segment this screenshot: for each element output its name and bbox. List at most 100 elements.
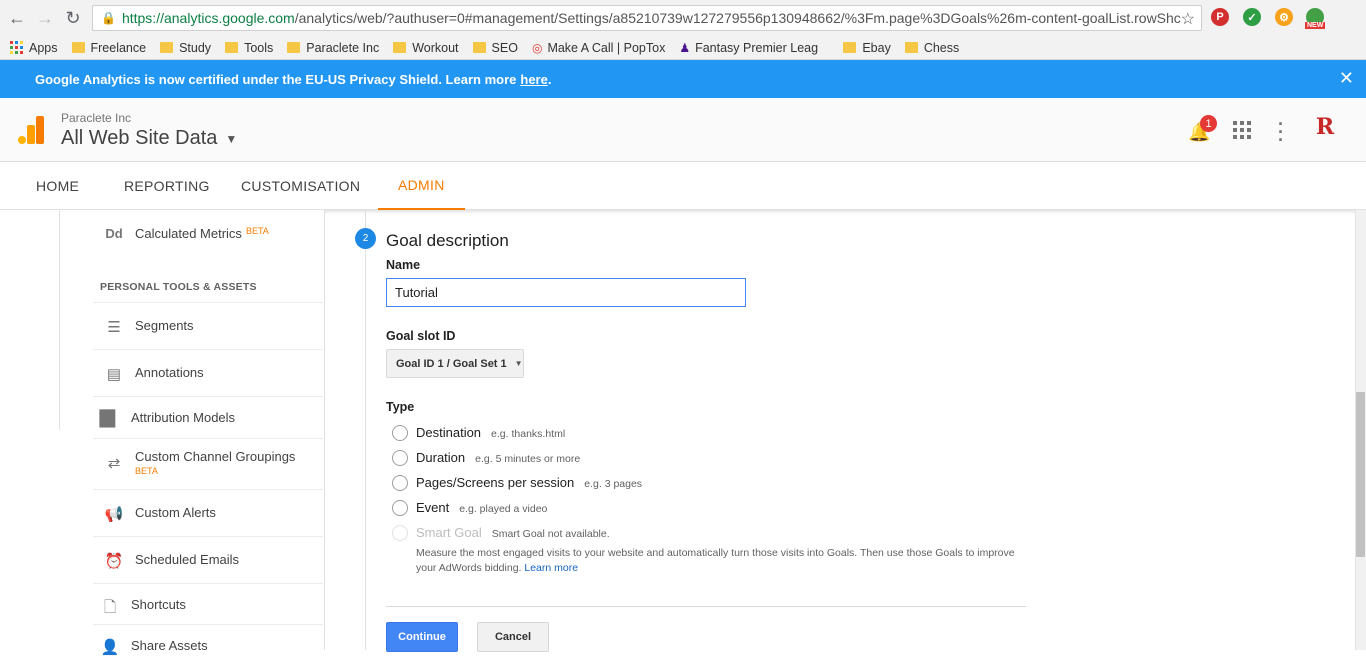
type-option-duration[interactable]: Duration e.g. 5 minutes or more (416, 450, 580, 465)
property-name: All Web Site Data (61, 127, 218, 149)
bookmark-label: Make A Call | PopTox (547, 40, 666, 55)
back-icon[interactable]: ← (4, 5, 30, 31)
sidebar-item-attribution-models[interactable]: █▌ Attribution Models (93, 410, 323, 427)
divider (93, 624, 323, 625)
type-option-destination[interactable]: Destination e.g. thanks.html (416, 425, 565, 440)
sidebar-item-label: Shortcuts (131, 597, 186, 612)
divider (93, 349, 323, 350)
option-hint: e.g. 5 minutes or more (475, 453, 581, 465)
bookmark-study[interactable]: Study (160, 41, 211, 55)
divider (386, 606, 1026, 607)
bookmark-label: Tools (244, 40, 274, 55)
sidebar-item-label: Custom Alerts (135, 505, 216, 520)
address-bar[interactable]: 🔒 https://analytics.google.com /analytic… (92, 5, 1202, 31)
smart-goal-description: Measure the most engaged visits to your … (416, 546, 1036, 576)
tab-home[interactable]: HOME (36, 162, 79, 210)
name-label: Name (386, 258, 421, 272)
pinterest-icon[interactable]: P (1211, 8, 1229, 26)
admin-sidebar (0, 210, 325, 650)
option-hint: e.g. 3 pages (584, 478, 643, 490)
sidebar-item-share-assets[interactable]: 👤 Share Assets (93, 638, 323, 656)
continue-button[interactable]: Continue (386, 622, 458, 652)
close-icon[interactable]: ✕ (1339, 68, 1354, 89)
sidebar-item-label: Segments (135, 318, 194, 333)
bookmark-fpl[interactable]: ♟ Fantasy Premier Leag (679, 41, 829, 55)
radio-event[interactable] (392, 500, 408, 516)
sidebar-item-custom-alerts[interactable]: 📢 Custom Alerts (93, 505, 323, 523)
divider (93, 302, 323, 303)
forward-icon[interactable]: → (32, 5, 58, 31)
reload-icon[interactable]: ↻ (60, 5, 86, 31)
bookmark-star-icon[interactable]: ☆ (1181, 9, 1195, 29)
smart-goal-text: Measure the most engaged visits to your … (416, 547, 1015, 574)
folder-icon (393, 42, 407, 53)
cancel-button[interactable]: Cancel (477, 622, 549, 652)
section-title: Goal description (386, 231, 509, 250)
browser-toolbar: ← → ↻ 🔒 https://analytics.google.com /an… (0, 0, 1366, 36)
type-option-event[interactable]: Event e.g. played a video (416, 500, 547, 515)
banner-period: . (547, 71, 552, 87)
tab-customisation[interactable]: CUSTOMISATION (241, 162, 360, 210)
account-name: Paraclete Inc (61, 111, 132, 125)
bar-chart-icon: █▌ (99, 410, 121, 427)
notification-count: 1 (1200, 115, 1217, 132)
bookmark-poptox[interactable]: ◎ Make A Call | PopTox (532, 41, 665, 55)
apps-icon[interactable] (1233, 121, 1251, 139)
alarm-clock-icon: ⏰ (104, 553, 124, 570)
sidebar-item-segments[interactable]: ☰ Segments (93, 318, 323, 336)
sidebar-item-label: Scheduled Emails (135, 552, 240, 567)
target-icon: ◎ (531, 40, 543, 55)
bookmarks-bar: Apps Freelance Study Tools Paraclete Inc… (0, 36, 1366, 60)
new-badge: NEW (1305, 22, 1326, 29)
type-label: Type (386, 400, 415, 414)
divider (93, 489, 323, 490)
sidebar-item-custom-channel-groupings[interactable]: ⇄ Custom Channel Groupings BETA (93, 449, 323, 476)
bookmark-tools[interactable]: Tools (225, 41, 273, 55)
bookmark-apps[interactable]: Apps (10, 41, 58, 55)
folder-icon (225, 42, 239, 53)
banner-link[interactable]: here (520, 72, 547, 87)
radio-pages-per-session[interactable] (392, 475, 408, 491)
extension-icon[interactable]: ⚙ (1275, 8, 1293, 26)
property-selector[interactable]: All Web Site Data ▼ (61, 127, 237, 150)
bookmark-label: Fantasy Premier Leag (695, 40, 819, 55)
channel-grouping-icon: ⇄ (107, 455, 121, 472)
sidebar-item-calculated-metrics[interactable]: Dd Calculated Metrics BETA (93, 226, 323, 241)
sidebar-item-label: Custom Channel Groupings (135, 449, 296, 464)
banner-text: Google Analytics is now certified under … (35, 71, 517, 87)
bookmark-ebay[interactable]: Ebay (843, 41, 891, 55)
sidebar-item-annotations[interactable]: ▤ Annotations (93, 365, 323, 383)
bookmark-chess[interactable]: Chess (904, 41, 959, 55)
sidebar-item-scheduled-emails[interactable]: ⏰ Scheduled Emails (93, 552, 323, 570)
learn-more-link[interactable]: Learn more (524, 562, 578, 574)
url-secure: https://analytics.google.com (121, 10, 295, 26)
sidebar-item-label: Calculated Metrics (135, 226, 242, 241)
bookmark-workout[interactable]: Workout (393, 41, 459, 55)
bookmark-paraclete[interactable]: Paraclete Inc (287, 41, 379, 55)
sidebar-item-shortcuts[interactable]: 🗋 Shortcuts (93, 597, 323, 622)
goal-slot-value: Goal ID 1 / Goal Set 1 (396, 357, 507, 370)
bookmark-seo[interactable]: SEO (472, 41, 518, 55)
more-vert-icon[interactable]: · · · (1278, 115, 1284, 149)
tab-admin[interactable]: ADMIN (378, 162, 465, 210)
goal-slot-select[interactable]: Goal ID 1 / Goal Set 1 ▼ (386, 349, 524, 378)
option-hint: e.g. thanks.html (491, 428, 566, 440)
goal-slot-label: Goal slot ID (386, 329, 456, 343)
apps-grid-icon (10, 41, 23, 54)
radio-destination[interactable] (392, 425, 408, 441)
avatar[interactable]: R (1311, 114, 1339, 144)
tab-reporting[interactable]: REPORTING (124, 162, 210, 210)
document-icon: 🗋 (103, 599, 117, 616)
radio-duration[interactable] (392, 450, 408, 466)
check-extension-icon[interactable]: ✓ (1243, 8, 1261, 26)
folder-icon (904, 42, 918, 53)
goal-name-input[interactable] (386, 278, 746, 307)
scrollbar-thumb[interactable] (1356, 392, 1365, 557)
type-option-pages-per-session[interactable]: Pages/Screens per session e.g. 3 pages (416, 475, 642, 490)
option-label: Destination (416, 425, 482, 440)
step-connector (365, 210, 366, 650)
bookmark-label: Ebay (862, 40, 891, 55)
option-hint: e.g. played a video (459, 503, 548, 515)
megaphone-icon: 📢 (104, 506, 124, 523)
bookmark-freelance[interactable]: Freelance (71, 41, 146, 55)
